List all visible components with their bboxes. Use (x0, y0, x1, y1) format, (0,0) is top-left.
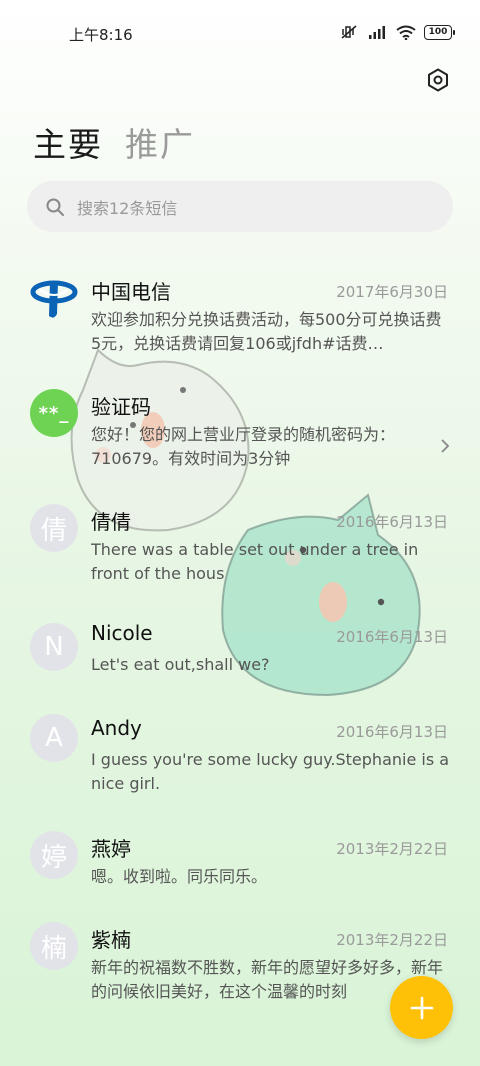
conversation-item[interactable]: 倩 倩倩 2016年6月13日 There was a table set ou… (0, 486, 480, 596)
avatar: N (30, 623, 78, 671)
search-input[interactable]: 搜索12条短信 (27, 181, 453, 232)
message-date: 2016年6月13日 (336, 723, 448, 741)
avatar: 楠 (30, 922, 78, 970)
message-date: 2016年6月13日 (336, 513, 448, 531)
message-preview: 您好！您的网上营业厅登录的随机密码为：710679。有效时间为3分钟 (91, 425, 396, 468)
avatar: 倩 (30, 504, 78, 552)
message-date: 2013年2月22日 (336, 840, 448, 858)
chevron-right-icon (441, 439, 450, 453)
avatar: 婷 (30, 831, 78, 879)
status-time: 上午8:16 (69, 26, 133, 44)
conversation-item[interactable]: 中国电信 2017年6月30日 欢迎参加积分兑换话费活动，每500分可兑换话费5… (0, 256, 480, 366)
message-date: 2016年6月13日 (336, 628, 448, 646)
search-placeholder: 搜索12条短信 (77, 198, 178, 218)
message-date: 2017年6月30日 (336, 283, 448, 301)
contact-name: 验证码 (91, 395, 151, 419)
settings-button[interactable] (424, 66, 452, 94)
avatar: **_ (30, 389, 78, 437)
message-preview: Let's eat out,shall we? (91, 655, 270, 674)
new-message-button[interactable] (390, 976, 453, 1039)
avatar: A (30, 714, 78, 762)
conversation-item[interactable]: 婷 燕婷 2013年2月22日 嗯。收到啦。同乐同乐。 (0, 809, 480, 919)
message-preview: 嗯。收到啦。同乐同乐。 (91, 867, 268, 886)
conversation-item[interactable]: **_ 验证码 您好！您的网上营业厅登录的随机密码为：710679。有效时间为3… (0, 371, 480, 481)
contact-name: 倩倩 (91, 510, 131, 534)
settings-icon (428, 68, 448, 92)
message-preview: 欢迎参加积分兑换话费活动，每500分可兑换话费5元，兑换话费请回复106或jfd… (91, 310, 442, 353)
plus-icon (410, 996, 433, 1019)
search-icon (46, 198, 64, 216)
tab-primary[interactable]: 主要 (33, 118, 103, 166)
message-date: 2013年2月22日 (336, 931, 448, 949)
contact-name: Andy (91, 716, 142, 740)
mute-vibrate-icon (341, 25, 357, 39)
contact-name: 中国电信 (91, 280, 171, 304)
message-preview: There was a table set out under a tree i… (91, 540, 419, 583)
tab-bar: 主要 推广 (33, 118, 195, 166)
battery-icon: 100 (424, 24, 455, 40)
conversation-item[interactable]: A Andy 2016年6月13日 I guess you're some lu… (0, 694, 480, 804)
contact-name: 燕婷 (91, 837, 131, 861)
message-preview: I guess you're some lucky guy.Stephanie … (91, 750, 450, 793)
china-telecom-logo-icon (30, 274, 78, 322)
signal-icon (369, 26, 385, 39)
contact-name: 紫楠 (91, 928, 131, 952)
status-icons: 100 (340, 24, 455, 40)
wifi-icon (396, 25, 416, 40)
status-bar: 上午8:16 100 (0, 0, 480, 66)
contact-name: Nicole (91, 621, 153, 645)
tab-promotions[interactable]: 推广 (125, 118, 195, 166)
